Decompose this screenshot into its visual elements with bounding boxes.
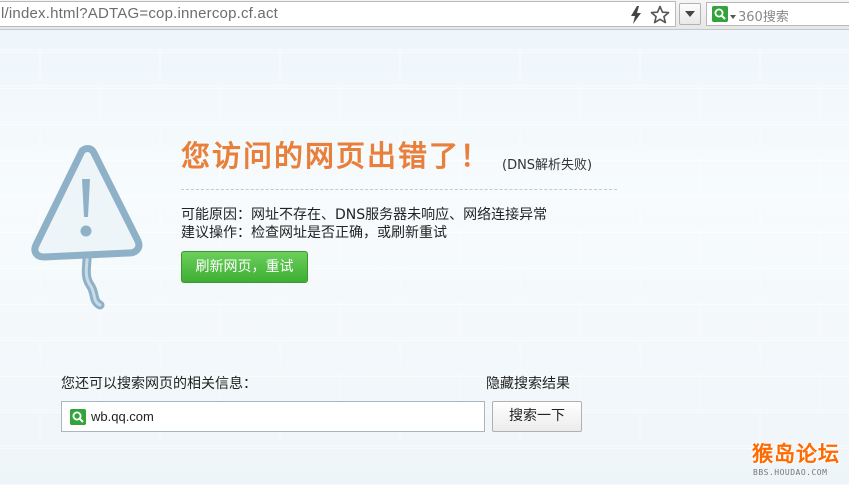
address-url[interactable]: l/index.html?ADTAG=cop.innercop.cf.act <box>1 5 278 22</box>
search-prompt-text: 您还可以搜索网页的相关信息： <box>61 376 257 392</box>
possible-reason-text: 可能原因：网址不存在、DNS服务器未响应、网络连接异常 <box>181 207 548 223</box>
refresh-retry-button[interactable]: 刷新网页，重试 <box>181 251 308 283</box>
chevron-down-icon <box>685 11 695 17</box>
search-engine-icon[interactable] <box>712 6 728 22</box>
browser-search-placeholder: 360搜索 <box>738 10 789 25</box>
browser-search-box[interactable]: 360搜索 <box>706 2 849 26</box>
error-page: 您访问的网页出错了！ (DNS解析失败) 可能原因：网址不存在、DNS服务器未响… <box>0 30 849 485</box>
address-dropdown-button[interactable] <box>679 3 701 25</box>
suggested-action-text: 建议操作：检查网址是否正确，或刷新重试 <box>181 225 447 241</box>
search-engine-caret-icon[interactable] <box>730 15 736 19</box>
watermark-sub-text: BBS.HOUDAO.COM <box>753 468 828 477</box>
browser-toolbar: l/index.html?ADTAG=cop.innercop.cf.act 3… <box>0 0 849 30</box>
address-bar[interactable]: l/index.html?ADTAG=cop.innercop.cf.act <box>0 1 676 27</box>
page-search-input[interactable] <box>91 406 476 427</box>
hide-search-results-link[interactable]: 隐藏搜索结果 <box>486 373 570 393</box>
warning-sign-icon <box>31 145 143 310</box>
page-search-box[interactable] <box>61 401 485 432</box>
error-title: 您访问的网页出错了！ <box>181 139 492 173</box>
error-subtitle: (DNS解析失败) <box>502 158 593 173</box>
search-button[interactable]: 搜索一下 <box>492 401 582 432</box>
star-icon[interactable] <box>650 5 670 25</box>
bolt-icon[interactable] <box>629 6 643 24</box>
forum-watermark-logo: 猴岛论坛 BBS.HOUDAO.COM <box>752 438 849 485</box>
search-icon <box>70 409 86 425</box>
watermark-main-text: 猴岛论坛 <box>752 441 840 466</box>
divider <box>181 189 617 190</box>
